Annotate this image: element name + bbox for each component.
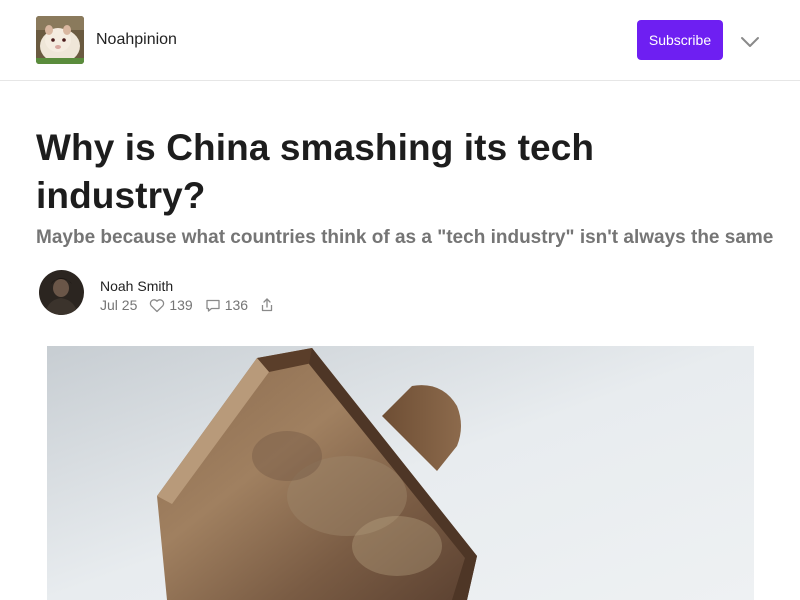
share-button[interactable] [260,297,274,313]
author-avatar[interactable] [39,270,84,315]
comments-button[interactable]: 136 [205,297,248,313]
menu-dropdown-button[interactable] [738,30,762,54]
chevron-down-icon [741,37,759,47]
guinea-pig-logo-icon [36,16,84,64]
like-count: 139 [169,297,193,313]
post-meta-row: Jul 25 139 136 [100,296,274,314]
hero-image[interactable] [47,346,754,600]
author-name-link[interactable]: Noah Smith [100,278,173,294]
comment-count: 136 [224,297,249,313]
post-date: Jul 25 [100,297,138,313]
heart-icon [150,298,165,312]
publication-name[interactable]: Noahpinion [96,31,177,49]
post-subtitle: Maybe because what countries think of as… [36,227,774,248]
like-button[interactable]: 139 [149,297,193,313]
post-title: Why is China smashing its tech industry? [36,127,595,216]
top-navigation-bar: Noahpinion Subscribe [0,0,800,81]
comment-icon [206,299,220,312]
subscribe-button[interactable]: Subscribe [637,20,723,60]
author-photo-icon [39,270,84,315]
publication-logo[interactable] [36,16,84,64]
hammer-photo-icon [47,346,754,600]
share-icon [261,298,273,312]
